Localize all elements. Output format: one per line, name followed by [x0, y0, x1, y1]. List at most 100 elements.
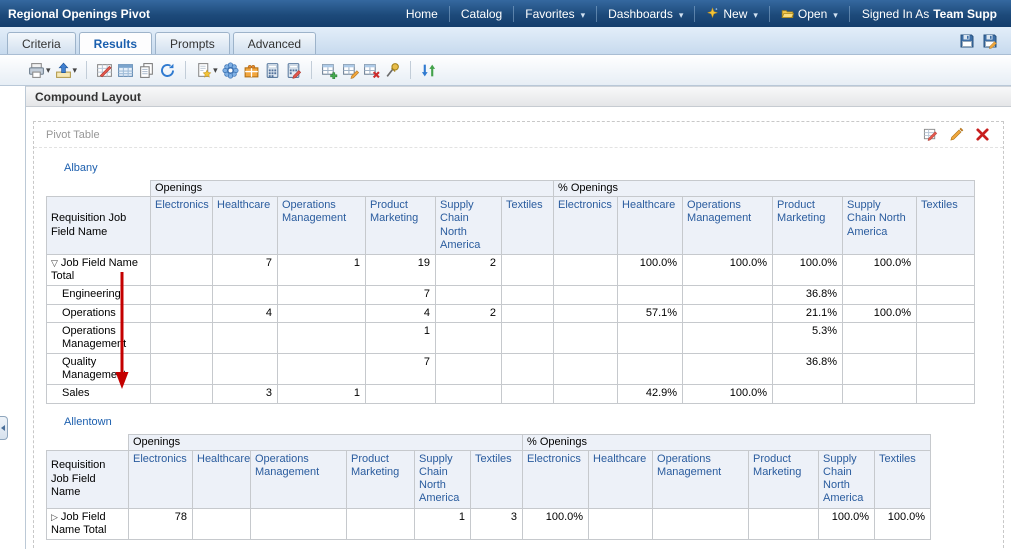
- row-dimension-header[interactable]: Requisition Job Field Name: [46, 449, 129, 509]
- column-header[interactable]: Electronics: [553, 196, 619, 255]
- dropdown-caret-icon: [72, 64, 78, 76]
- data-cell: [617, 321, 684, 355]
- dropdown-caret-icon: [579, 7, 586, 21]
- view-title: Pivot Table: [46, 128, 100, 141]
- data-cell: 4: [365, 303, 436, 323]
- data-cell: 57.1%: [617, 303, 684, 323]
- data-cell: [772, 384, 844, 404]
- save-button[interactable]: [958, 32, 976, 50]
- nav-open[interactable]: Open: [768, 5, 849, 22]
- data-cell: [682, 321, 774, 355]
- column-header[interactable]: Operations Management: [277, 196, 366, 255]
- freeze-button[interactable]: [383, 61, 402, 80]
- column-header[interactable]: Healthcare: [617, 196, 684, 255]
- column-header[interactable]: Supply Chain North America: [818, 449, 876, 509]
- sort-button[interactable]: [419, 61, 438, 80]
- remove-group-button[interactable]: [362, 61, 381, 80]
- section-header: Compound Layout: [26, 86, 1011, 107]
- signed-in-user[interactable]: Team Supp: [933, 7, 997, 21]
- remove-view-button[interactable]: [974, 126, 991, 143]
- signed-in-label: Signed In As: [861, 6, 930, 21]
- main-area: Compound Layout Pivot Table Albany Openi…: [26, 86, 1011, 549]
- column-header[interactable]: Product Marketing: [748, 449, 820, 509]
- nav-dashboards[interactable]: Dashboards: [596, 5, 694, 22]
- topbar-nav: Home Catalog Favorites Dashboards New Op…: [395, 0, 1003, 27]
- column-header[interactable]: Textiles: [874, 449, 932, 509]
- row-total-label[interactable]: ▷ Job Field Name Total: [46, 507, 129, 540]
- nav-label: Favorites: [525, 6, 575, 21]
- column-header[interactable]: Operations Management: [250, 449, 347, 509]
- data-cell: 7: [365, 353, 436, 386]
- edit-view-button[interactable]: [948, 126, 965, 143]
- expand-collapse-icon[interactable]: ▽: [51, 258, 58, 268]
- column-header[interactable]: Supply Chain North America: [842, 196, 918, 255]
- edit-calculated-measure-button[interactable]: [284, 61, 303, 80]
- column-header[interactable]: Operations Management: [682, 196, 774, 255]
- refresh-button[interactable]: [158, 61, 177, 80]
- column-header[interactable]: Product Marketing: [772, 196, 844, 255]
- view-properties-button[interactable]: [922, 126, 939, 143]
- data-cell: [553, 353, 619, 386]
- column-header[interactable]: Operations Management: [652, 449, 750, 509]
- data-cell: [150, 321, 213, 355]
- column-header[interactable]: Electronics: [522, 449, 590, 509]
- data-cell: [916, 384, 976, 404]
- pivot-row: Sales 3 1 42.9% 100.0%: [46, 384, 976, 404]
- new-calculated-item-button[interactable]: [242, 61, 261, 80]
- tab-criteria[interactable]: Criteria: [7, 32, 76, 54]
- row-dimension-header[interactable]: Requisition Job Field Name: [46, 196, 151, 255]
- region-link-albany[interactable]: Albany: [64, 162, 98, 174]
- toolbar-separator: [86, 61, 88, 79]
- column-header[interactable]: Electronics: [128, 449, 193, 509]
- column-header[interactable]: Healthcare: [212, 196, 278, 255]
- nav-favorites[interactable]: Favorites: [513, 5, 596, 22]
- data-cell: [916, 253, 976, 287]
- nav-new[interactable]: New: [694, 5, 769, 22]
- data-cell: [916, 303, 976, 323]
- preview-button[interactable]: [221, 61, 240, 80]
- signed-in-status: Signed In As Team Supp: [848, 5, 1003, 22]
- data-cell: [916, 321, 976, 355]
- expand-collapse-icon[interactable]: ▷: [51, 512, 58, 522]
- new-view-button[interactable]: [194, 61, 219, 80]
- row-total-label[interactable]: ▽ Job Field Name Total: [46, 253, 151, 287]
- column-header[interactable]: Textiles: [500, 196, 555, 255]
- column-header[interactable]: Product Marketing: [346, 449, 415, 509]
- column-header[interactable]: Product Marketing: [365, 196, 436, 255]
- new-group-button[interactable]: [320, 61, 339, 80]
- column-header[interactable]: Supply Chain North America: [414, 449, 471, 509]
- column-header[interactable]: Textiles: [916, 196, 976, 255]
- tab-results[interactable]: Results: [78, 32, 153, 54]
- column-header[interactable]: Healthcare: [588, 449, 654, 509]
- toolbar-separator: [409, 61, 411, 79]
- column-header[interactable]: Supply Chain North America: [435, 196, 502, 255]
- data-cell: 1: [277, 384, 366, 404]
- pivot-row: ▷ Job Field Name Total 78 1 3 100.0% 100.0% 100…: [46, 507, 932, 540]
- data-cell: [553, 253, 619, 287]
- show-results-button[interactable]: [95, 61, 114, 80]
- nav-home[interactable]: Home: [395, 6, 449, 22]
- tabbar: Criteria Results Prompts Advanced: [0, 27, 1011, 55]
- nav-catalog[interactable]: Catalog: [448, 5, 513, 22]
- print-button[interactable]: [27, 61, 52, 80]
- pane-collapse-handle[interactable]: [0, 416, 8, 440]
- data-cell: 100.0%: [617, 253, 684, 287]
- data-cell: [150, 285, 213, 305]
- data-cell: 1: [414, 507, 471, 540]
- data-cell: [500, 253, 555, 287]
- column-header[interactable]: Healthcare: [192, 449, 251, 509]
- tab-advanced[interactable]: Advanced: [232, 32, 317, 54]
- column-header[interactable]: Electronics: [150, 196, 213, 255]
- view-sql-button[interactable]: [116, 61, 135, 80]
- data-cell: [150, 253, 213, 287]
- tab-prompts[interactable]: Prompts: [155, 32, 230, 54]
- new-calculated-measure-button[interactable]: [263, 61, 282, 80]
- save-as-button[interactable]: [981, 32, 999, 50]
- column-header[interactable]: Textiles: [469, 449, 524, 509]
- edit-group-button[interactable]: [341, 61, 360, 80]
- export-button[interactable]: [54, 61, 79, 80]
- left-rail: [0, 86, 26, 549]
- data-cell: [150, 384, 213, 404]
- copy-button[interactable]: [137, 61, 156, 80]
- region-link-allentown[interactable]: Allentown: [64, 416, 112, 428]
